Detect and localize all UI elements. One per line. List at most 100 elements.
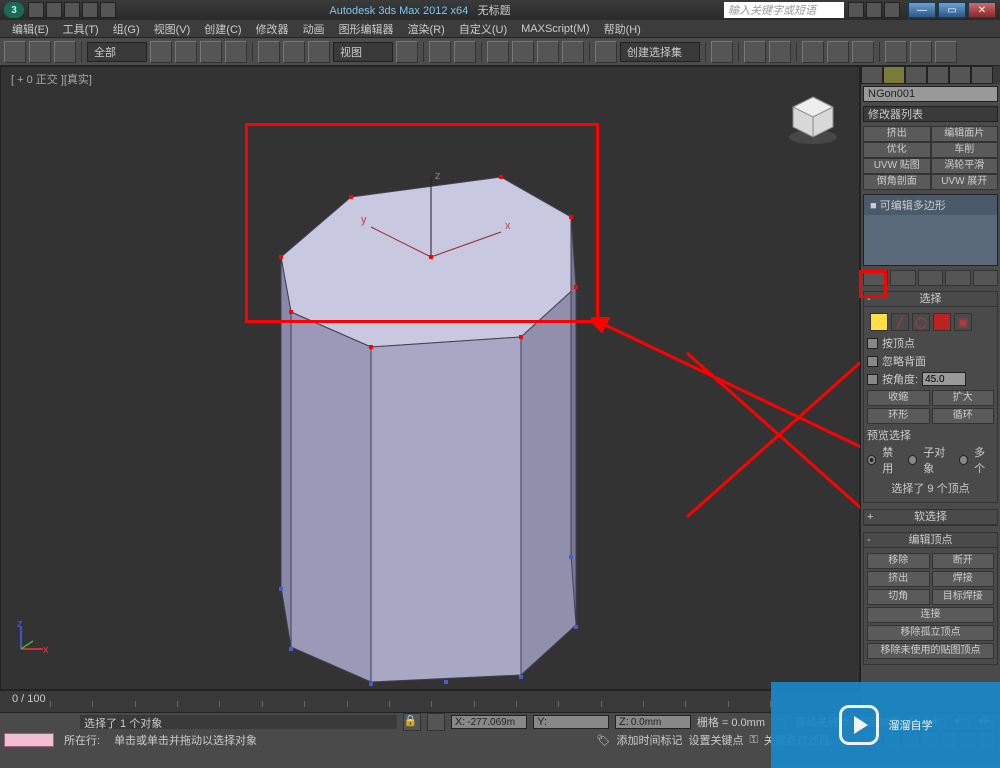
minimize-button[interactable]: — (908, 2, 936, 18)
menu-customize[interactable]: 自定义(U) (453, 21, 513, 37)
chk-byangle[interactable] (867, 374, 878, 385)
menu-rendering[interactable]: 渲染(R) (402, 21, 451, 37)
selection-filter-combo[interactable]: 全部 (87, 42, 147, 62)
btn-removeunused[interactable]: 移除未使用的贴图顶点 (867, 643, 994, 659)
qat-redo-icon[interactable] (100, 2, 116, 18)
object-name-input[interactable] (864, 87, 1000, 101)
snap-icon[interactable] (487, 41, 509, 63)
signin-icon[interactable] (866, 2, 882, 18)
percentsnap-icon[interactable] (537, 41, 559, 63)
add-timetag-button[interactable]: 添加时间标记 (616, 732, 682, 748)
close-button[interactable]: ✕ (968, 2, 996, 18)
menu-maxscript[interactable]: MAXScript(M) (515, 23, 595, 35)
tab-display-icon[interactable] (949, 66, 971, 84)
refcoord-combo[interactable]: 视图 (333, 42, 393, 62)
menu-create[interactable]: 创建(C) (198, 21, 247, 37)
rendersetup-icon[interactable] (885, 41, 907, 63)
btn-remove[interactable]: 移除 (867, 553, 930, 569)
viewcube[interactable] (785, 91, 841, 147)
tab-create-icon[interactable] (861, 66, 883, 84)
viewport[interactable]: [ + 0 正交 ][真实] (0, 66, 860, 690)
btn-vextrude[interactable]: 挤出 (867, 571, 930, 587)
lock-selection-icon[interactable]: 🔒 (403, 713, 421, 731)
tab-modify-icon[interactable] (883, 66, 905, 84)
schematic-icon[interactable] (827, 41, 849, 63)
menu-views[interactable]: 视图(V) (148, 21, 197, 37)
anglesnap-icon[interactable] (512, 41, 534, 63)
btn-uvwmap[interactable]: UVW 贴图 (863, 158, 931, 174)
rb-preview-multi[interactable] (959, 455, 968, 465)
tab-hierarchy-icon[interactable] (905, 66, 927, 84)
mirror-icon[interactable] (711, 41, 733, 63)
layers-icon[interactable] (769, 41, 791, 63)
coord-y-input[interactable] (549, 717, 605, 728)
unlink-icon[interactable] (29, 41, 51, 63)
btn-grow[interactable]: 扩大 (932, 390, 995, 406)
btn-chamfer[interactable]: 倒角剖面 (863, 174, 931, 190)
scale-icon[interactable] (308, 41, 330, 63)
menu-edit[interactable]: 编辑(E) (6, 21, 55, 37)
modifier-stack[interactable]: ■ 可编辑多边形 (863, 194, 998, 266)
btn-extrude[interactable]: 挤出 (863, 126, 931, 142)
keyfilters-icon[interactable]: ⚿ (749, 734, 757, 747)
btn-targetweld[interactable]: 目标焊接 (932, 589, 995, 605)
btn-turbosmooth[interactable]: 涡轮平滑 (931, 158, 999, 174)
subobj-border-icon[interactable]: ◯ (912, 313, 930, 331)
btn-uvwunwrap[interactable]: UVW 展开 (931, 174, 999, 190)
modifier-list-combo[interactable]: 修改器列表 (863, 106, 998, 122)
transform-typein-icon[interactable] (427, 713, 445, 731)
setkey-button[interactable]: 设置关键点 (688, 732, 743, 748)
keymode-icon[interactable] (454, 41, 476, 63)
macro-rec-indicator[interactable] (4, 733, 54, 747)
bindspace-icon[interactable] (54, 41, 76, 63)
viewport-label[interactable]: [ + 0 正交 ][真实] (11, 71, 92, 87)
qat-new-icon[interactable] (28, 2, 44, 18)
rollout-editverts-header[interactable]: -编辑顶点 (864, 533, 997, 548)
chk-ignoreback[interactable] (867, 356, 878, 367)
stack-config-icon[interactable] (973, 270, 998, 286)
rb-preview-subobj[interactable] (908, 455, 917, 465)
btn-break[interactable]: 断开 (932, 553, 995, 569)
manip-icon[interactable] (429, 41, 451, 63)
select-name-icon[interactable] (175, 41, 197, 63)
btn-optimize[interactable]: 优化 (863, 142, 931, 158)
spin-angle[interactable] (922, 372, 966, 386)
qat-undo-icon[interactable] (82, 2, 98, 18)
subobj-polygon-icon[interactable] (933, 313, 951, 331)
app-icon[interactable]: 3 (4, 2, 24, 18)
btn-editmesh[interactable]: 编辑面片 (931, 126, 999, 142)
menu-grapheditors[interactable]: 图形编辑器 (333, 21, 400, 37)
maximize-button[interactable]: ▭ (938, 2, 966, 18)
rollout-softsel-header[interactable]: +软选择 (864, 510, 997, 525)
select-rect-icon[interactable] (200, 41, 222, 63)
tab-utilities-icon[interactable] (971, 66, 993, 84)
stack-item-editablepoly[interactable]: ■ 可编辑多边形 (864, 195, 997, 215)
btn-removeiso[interactable]: 移除孤立顶点 (867, 625, 994, 641)
menu-tools[interactable]: 工具(T) (57, 21, 105, 37)
renderframe-icon[interactable] (910, 41, 932, 63)
menu-help[interactable]: 帮助(H) (598, 21, 647, 37)
rb-preview-off[interactable] (867, 455, 876, 465)
link-icon[interactable] (4, 41, 26, 63)
coord-x-input[interactable] (467, 717, 523, 728)
materialeditor-icon[interactable] (852, 41, 874, 63)
timeline[interactable]: 0 / 100 (0, 690, 860, 712)
qat-open-icon[interactable] (46, 2, 62, 18)
btn-weld[interactable]: 焊接 (932, 571, 995, 587)
qat-save-icon[interactable] (64, 2, 80, 18)
tab-motion-icon[interactable] (927, 66, 949, 84)
render-icon[interactable] (935, 41, 957, 63)
coord-z-input[interactable] (631, 717, 687, 728)
select-icon[interactable] (150, 41, 172, 63)
btn-connect[interactable]: 连接 (867, 607, 994, 623)
subobj-element-icon[interactable]: ▣ (954, 313, 972, 331)
menu-modifiers[interactable]: 修改器 (250, 21, 295, 37)
timetag-icon[interactable]: 🏷 (596, 734, 610, 747)
menu-animation[interactable]: 动画 (297, 21, 331, 37)
help-search-input[interactable]: 输入关键字或短语 (724, 2, 844, 18)
btn-loop[interactable]: 循环 (932, 408, 995, 424)
rotate-icon[interactable] (283, 41, 305, 63)
favorites-icon[interactable] (884, 2, 900, 18)
named-selset-combo[interactable]: 创建选择集 (620, 42, 700, 62)
stack-unique-icon[interactable] (918, 270, 943, 286)
